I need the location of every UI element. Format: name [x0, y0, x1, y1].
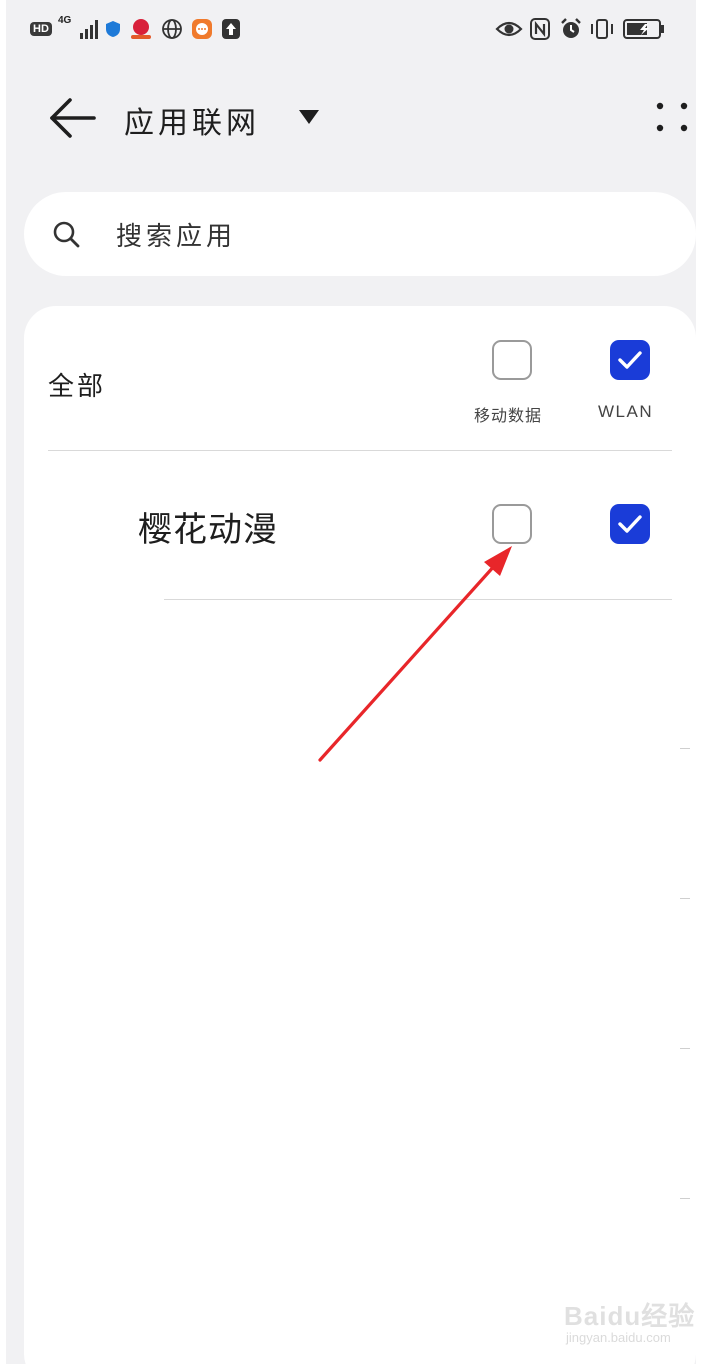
mobile-data-column-label: 移动数据: [474, 406, 543, 425]
eye-icon: [494, 17, 524, 41]
watermark-brand: Baidu经验: [564, 1301, 696, 1331]
wlan-column-label: WLAN: [598, 402, 654, 421]
app-network-list: 全部 移动数据 WLAN 樱花动漫: [24, 306, 696, 1364]
all-wlan-checkbox[interactable]: [610, 340, 650, 380]
app-name: 樱花动漫: [138, 510, 278, 550]
watermark: Baidu经验 jingyan.baidu.com: [560, 1292, 696, 1352]
divider: [680, 748, 690, 749]
back-button[interactable]: [46, 96, 98, 140]
divider: [680, 1198, 690, 1199]
divider: [680, 1048, 690, 1049]
shield-icon: [104, 17, 122, 41]
page-title: 应用联网: [124, 106, 260, 141]
vibrate-icon: [588, 17, 616, 41]
phone-screen: HD 4G 应用联网 搜索应用 全部 移动数据 WLAN 樱花动漫 Baidu经…: [6, 0, 696, 1364]
divider: [164, 599, 672, 600]
divider: [48, 450, 672, 451]
network-type: 4G: [58, 15, 72, 26]
all-label: 全部: [48, 372, 107, 402]
watermark-url: jingyan.baidu.com: [566, 1330, 671, 1345]
hd-badge: HD: [30, 22, 52, 36]
app-header: 应用联网: [6, 70, 696, 170]
upload-icon: [220, 17, 242, 41]
more-vertical-icon: [656, 102, 688, 132]
status-bar: HD 4G: [6, 0, 696, 60]
nfc-icon: [528, 17, 552, 41]
divider: [680, 898, 690, 899]
search-placeholder: 搜索应用: [116, 222, 237, 252]
more-options-button[interactable]: [652, 98, 692, 138]
check-icon: [618, 351, 642, 369]
app-badge-icon: [128, 17, 154, 41]
hd-icon: HD: [30, 17, 52, 41]
check-icon: [618, 515, 642, 533]
alarm-icon: [558, 17, 584, 41]
triangle-down-icon: [299, 110, 319, 124]
search-input[interactable]: 搜索应用: [24, 192, 696, 276]
signal-icon: 4G: [58, 15, 102, 41]
back-arrow-icon: [50, 98, 96, 138]
title-dropdown-button[interactable]: [296, 106, 322, 128]
search-icon: [53, 221, 80, 248]
message-icon: [190, 17, 214, 41]
app-mobile-data-checkbox[interactable]: [492, 504, 532, 544]
battery-icon: [622, 17, 666, 41]
app-wlan-checkbox[interactable]: [610, 504, 650, 544]
all-mobile-data-checkbox[interactable]: [492, 340, 532, 380]
globe-icon: [160, 17, 184, 41]
